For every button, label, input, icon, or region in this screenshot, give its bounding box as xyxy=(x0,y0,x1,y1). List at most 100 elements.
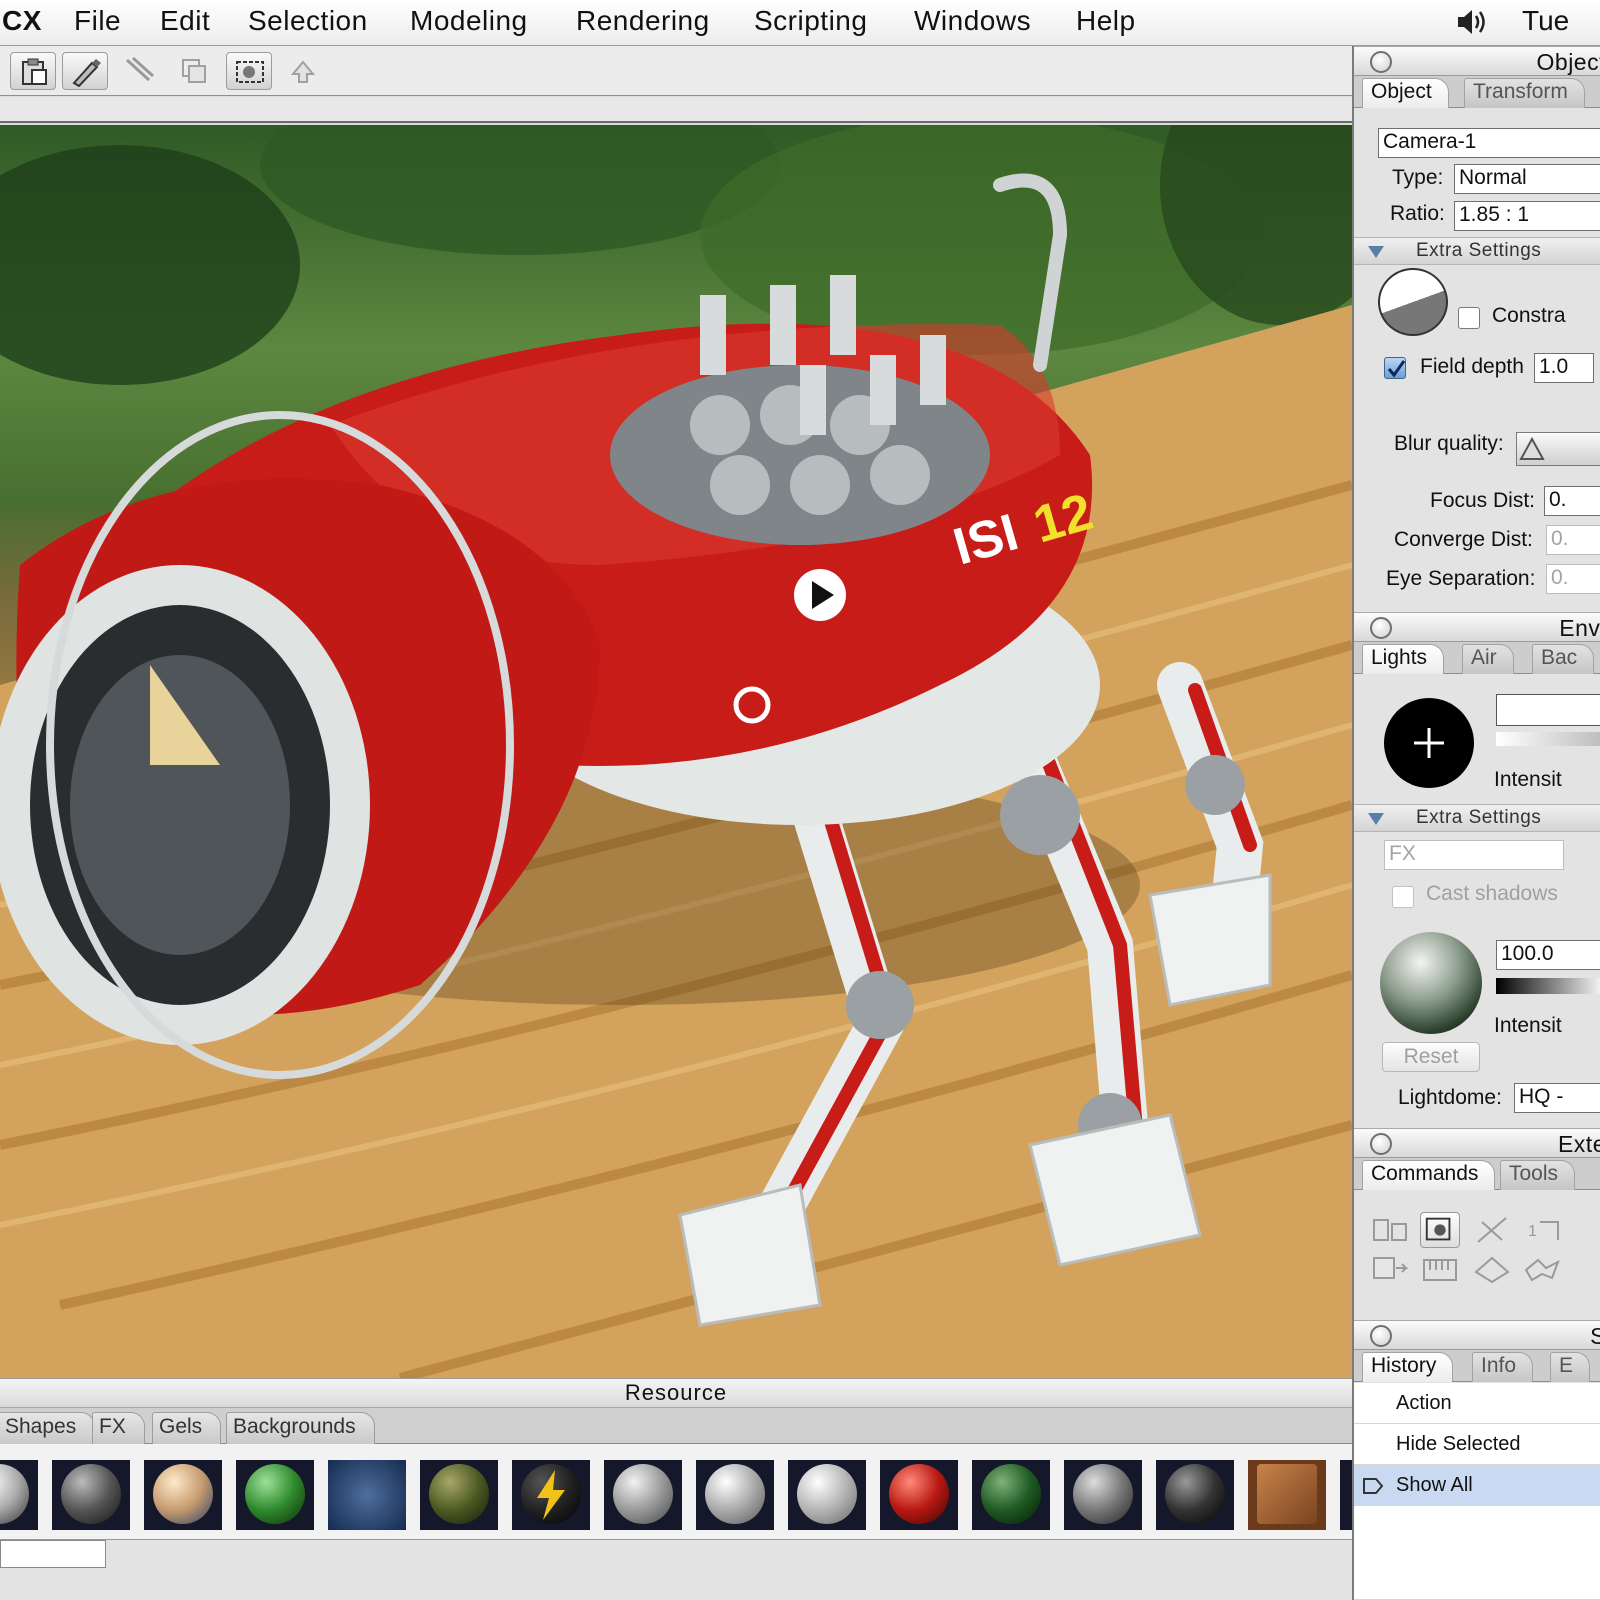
menu-scripting[interactable]: Scripting xyxy=(754,5,867,37)
tab-backgrounds-env[interactable]: Bac xyxy=(1532,644,1595,674)
menu-rendering[interactable]: Rendering xyxy=(576,5,710,37)
resource-thumbnail[interactable] xyxy=(1156,1460,1234,1530)
extensions-palette-tabs: Commands Tools xyxy=(1354,1158,1600,1190)
resource-thumbnail[interactable] xyxy=(236,1460,314,1530)
ruler-strip xyxy=(0,97,1352,123)
converge-dist-field[interactable]: 0. xyxy=(1546,525,1600,555)
tab-e[interactable]: E xyxy=(1550,1352,1591,1382)
morph-icon[interactable] xyxy=(1522,1252,1562,1288)
close-icon[interactable] xyxy=(1370,1133,1392,1155)
fx-select[interactable]: FX xyxy=(1384,840,1564,870)
render-region-icon[interactable] xyxy=(1420,1212,1460,1248)
menu-edit[interactable]: Edit xyxy=(160,5,210,37)
menu-modeling[interactable]: Modeling xyxy=(410,5,528,37)
disclosure-triangle-icon[interactable] xyxy=(1368,813,1384,825)
cast-shadows-checkbox[interactable] xyxy=(1392,886,1414,908)
tab-tools[interactable]: Tools xyxy=(1500,1160,1576,1190)
extra-settings-bar[interactable]: Extra Settings xyxy=(1354,237,1600,265)
group-icon[interactable] xyxy=(1370,1252,1410,1288)
resource-thumbnail[interactable] xyxy=(328,1460,406,1530)
tab-fx[interactable]: FX xyxy=(92,1412,145,1444)
menu-selection[interactable]: Selection xyxy=(248,5,368,37)
light-intensity-slider[interactable] xyxy=(1496,732,1600,746)
object-palette-title: Object xyxy=(1536,49,1600,75)
lightdome-intensity-slider[interactable] xyxy=(1496,978,1600,994)
tab-air[interactable]: Air xyxy=(1462,644,1514,674)
tab-commands[interactable]: Commands xyxy=(1362,1160,1496,1190)
field-depth-checkbox[interactable] xyxy=(1384,357,1406,379)
render-viewport[interactable]: ISI 12 xyxy=(0,125,1352,1378)
reset-button[interactable]: Reset xyxy=(1382,1042,1480,1072)
palette-column: Object Object Transform Camera-1 Type: N… xyxy=(1352,46,1600,1600)
close-icon[interactable] xyxy=(1370,51,1392,73)
resource-thumbnail[interactable] xyxy=(604,1460,682,1530)
lightning-icon xyxy=(537,1470,565,1520)
checkmark-icon xyxy=(1387,360,1406,378)
focus-dist-field[interactable]: 0. xyxy=(1544,486,1600,516)
resource-size-field[interactable] xyxy=(0,1540,106,1568)
plus-icon xyxy=(1414,728,1444,758)
tab-object[interactable]: Object xyxy=(1362,78,1449,108)
menu-clock[interactable]: Tue xyxy=(1522,5,1569,37)
history-row-selected[interactable]: Show All xyxy=(1354,1465,1600,1506)
menu-app-name[interactable]: CX xyxy=(2,5,42,37)
duplicate-icon[interactable]: 1 xyxy=(1522,1212,1562,1248)
tab-shapes[interactable]: Shapes xyxy=(0,1412,96,1444)
menu-help[interactable]: Help xyxy=(1076,5,1136,37)
history-row[interactable]: Hide Selected xyxy=(1354,1424,1600,1465)
resource-thumbnail[interactable] xyxy=(788,1460,866,1530)
menu-file[interactable]: File xyxy=(74,5,121,37)
lightdome-intensity-field[interactable]: 100.0 xyxy=(1496,940,1600,970)
tool-button-5[interactable] xyxy=(226,52,272,90)
type-select[interactable]: Normal xyxy=(1454,164,1600,194)
ratio-select[interactable]: 1.85 : 1 xyxy=(1454,201,1600,231)
history-empty-area xyxy=(1354,1506,1600,1600)
paste-button[interactable] xyxy=(10,52,56,90)
close-icon[interactable] xyxy=(1370,1325,1392,1347)
converge-dist-label: Converge Dist: xyxy=(1394,528,1533,551)
tool-button-3[interactable] xyxy=(116,52,162,90)
scatter-icon[interactable] xyxy=(1472,1212,1512,1248)
slider-thumb-icon[interactable] xyxy=(1517,433,1547,463)
eye-separation-field[interactable]: 0. xyxy=(1546,564,1600,594)
resource-thumbnail[interactable] xyxy=(52,1460,130,1530)
disclosure-triangle-icon[interactable] xyxy=(1368,246,1384,258)
blur-quality-slider[interactable] xyxy=(1516,432,1600,466)
extensions-palette-title-bar: Exte xyxy=(1354,1128,1600,1158)
speaker-icon[interactable] xyxy=(1455,6,1489,38)
resource-thumbnail[interactable] xyxy=(880,1460,958,1530)
resource-thumbnail[interactable] xyxy=(972,1460,1050,1530)
align-icon[interactable] xyxy=(1370,1212,1410,1248)
tab-gels[interactable]: Gels xyxy=(152,1412,222,1444)
brush-button[interactable] xyxy=(62,52,108,90)
resource-thumbnail[interactable] xyxy=(696,1460,774,1530)
select-region-icon xyxy=(236,61,264,83)
constrain-checkbox[interactable] xyxy=(1458,307,1480,329)
tab-backgrounds[interactable]: Backgrounds xyxy=(226,1412,375,1444)
menu-windows[interactable]: Windows xyxy=(914,5,1031,37)
tab-history[interactable]: History xyxy=(1362,1352,1454,1382)
light-direction-ball[interactable] xyxy=(1384,698,1474,788)
close-icon[interactable] xyxy=(1370,617,1392,639)
extra-settings-bar-env[interactable]: Extra Settings xyxy=(1354,804,1600,832)
tool-button-6[interactable] xyxy=(282,52,328,90)
intensity-label: Intensit xyxy=(1494,768,1562,791)
camera-angle-dial[interactable] xyxy=(1378,268,1448,336)
object-name-field[interactable]: Camera-1 xyxy=(1378,128,1600,158)
resource-thumbnail[interactable] xyxy=(512,1460,590,1530)
tab-transform[interactable]: Transform xyxy=(1464,78,1585,108)
resource-thumbnail[interactable] xyxy=(144,1460,222,1530)
resource-thumbnail[interactable] xyxy=(0,1460,38,1530)
pyramid-icon[interactable] xyxy=(1472,1252,1512,1288)
lightdome-sphere[interactable] xyxy=(1380,932,1482,1034)
resource-thumbnail[interactable] xyxy=(420,1460,498,1530)
tab-lights[interactable]: Lights xyxy=(1362,644,1445,674)
resource-thumbnail[interactable] xyxy=(1248,1460,1326,1530)
field-depth-value[interactable]: 1.0 xyxy=(1534,353,1594,383)
measure-icon[interactable] xyxy=(1420,1252,1460,1288)
lightdome-select[interactable]: HQ - xyxy=(1514,1083,1600,1113)
tab-info[interactable]: Info xyxy=(1472,1352,1534,1382)
light-color-swatch[interactable] xyxy=(1496,694,1600,726)
resource-thumbnail[interactable] xyxy=(1064,1460,1142,1530)
tool-button-4[interactable] xyxy=(172,52,218,90)
